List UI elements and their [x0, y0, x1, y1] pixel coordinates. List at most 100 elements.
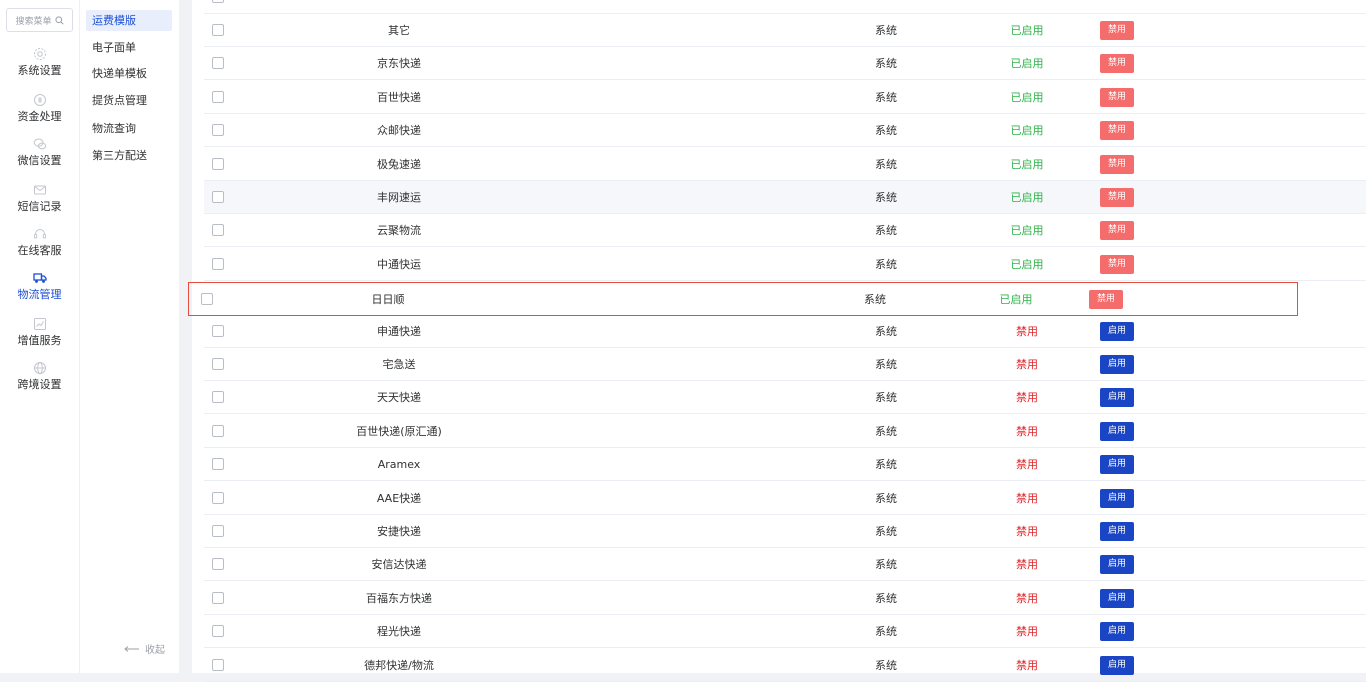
row-checkbox[interactable]: [212, 324, 224, 337]
row-checkbox[interactable]: [212, 24, 224, 36]
primary-nav-label: 物流管理: [17, 288, 62, 301]
primary-nav-item[interactable]: 增值服务: [0, 317, 79, 357]
disable-button[interactable]: 禁用: [1100, 154, 1134, 174]
enable-button[interactable]: 启用: [1100, 455, 1134, 475]
table-row: 极兔速递 系统 已启用 禁用: [204, 148, 1366, 181]
row-checkbox[interactable]: [212, 658, 224, 671]
status-text: 已启用: [999, 293, 1033, 306]
express-type: 系统: [875, 124, 897, 138]
express-name: 丰网速运: [377, 191, 421, 204]
express-name: 京东快递: [377, 57, 421, 71]
disable-button[interactable]: 禁用: [1100, 54, 1134, 74]
table-row: 百世快递(原汇通) 系统 禁用 启用: [204, 415, 1366, 448]
primary-nav-item[interactable]: 在线客服: [0, 227, 79, 267]
row-checkbox[interactable]: [212, 625, 224, 638]
express-type: 系统: [875, 491, 897, 505]
disable-button[interactable]: 禁用: [1100, 21, 1134, 40]
status-text: 已启用: [1010, 257, 1044, 271]
status-text: 已启用: [1010, 24, 1044, 37]
secondary-nav-item[interactable]: 第三方配送: [86, 145, 172, 166]
row-checkbox[interactable]: [212, 191, 224, 203]
status-text: 已启用: [1010, 191, 1044, 204]
express-name: 德邦快递/物流: [364, 658, 434, 672]
primary-nav-label: 系统设置: [17, 64, 62, 77]
disable-button[interactable]: 禁用: [1100, 254, 1134, 274]
express-name: 极兔速递: [377, 157, 421, 171]
headset-icon: [33, 229, 46, 239]
primary-nav-item[interactable]: 短信记录: [0, 183, 79, 223]
truck-icon: [32, 273, 47, 283]
enable-button[interactable]: 启用: [1100, 488, 1134, 508]
status-text: 禁用: [1016, 324, 1038, 338]
express-type: 系统: [875, 525, 897, 538]
enable-button[interactable]: 启用: [1100, 355, 1134, 374]
express-type: 系统: [864, 293, 886, 306]
primary-nav-item[interactable]: 资金处理: [0, 93, 79, 133]
disable-button[interactable]: 禁用: [1100, 121, 1134, 141]
express-table: 其它 系统 已启用 禁用 京东快递 系统 已启用 禁用 百世快递 系统 已启用 禁用 众邮快递 系统 已启用…: [188, 0, 1366, 682]
enable-button[interactable]: 启用: [1100, 622, 1134, 642]
enable-button[interactable]: 启用: [1100, 321, 1134, 341]
row-checkbox[interactable]: [212, 391, 224, 404]
row-checkbox[interactable]: [212, 57, 224, 70]
status-text: 禁用: [1016, 458, 1038, 472]
row-checkbox[interactable]: [212, 90, 224, 103]
row-checkbox[interactable]: [212, 458, 224, 471]
primary-nav-item[interactable]: 物流管理: [0, 271, 79, 311]
enable-button[interactable]: 启用: [1100, 421, 1134, 441]
status-text: 已启用: [1010, 157, 1044, 171]
enable-button[interactable]: 启用: [1100, 655, 1134, 675]
table-row-partial: [204, 0, 1366, 14]
status-text: 禁用: [1016, 358, 1038, 371]
secondary-nav-item[interactable]: 快递单模板: [86, 63, 172, 84]
wechat-icon: [33, 138, 46, 150]
secondary-nav-item[interactable]: 电子面单: [86, 37, 172, 58]
row-checkbox[interactable]: [212, 257, 224, 270]
express-name: 天天快递: [377, 391, 421, 405]
table-row: 众邮快递 系统 已启用 禁用: [204, 114, 1366, 148]
disable-button[interactable]: 禁用: [1100, 221, 1134, 241]
row-checkbox[interactable]: [212, 124, 224, 137]
row-checkbox[interactable]: [201, 293, 213, 305]
row-checkbox[interactable]: [212, 558, 224, 571]
express-type: 系统: [875, 57, 897, 71]
row-checkbox[interactable]: [212, 157, 224, 170]
status-text: 已启用: [1010, 57, 1044, 71]
table-row: 云聚物流 系统 已启用 禁用: [204, 214, 1366, 248]
status-text: 已启用: [1010, 90, 1044, 104]
collapse-button[interactable]: 收起: [124, 641, 165, 656]
row-checkbox[interactable]: [212, 424, 224, 437]
enable-button[interactable]: 启用: [1100, 555, 1134, 575]
disable-button[interactable]: 禁用: [1100, 87, 1134, 107]
search-placeholder: 搜索菜单: [15, 16, 52, 27]
primary-nav-item[interactable]: 系统设置: [0, 47, 79, 87]
disable-button[interactable]: 禁用: [1089, 290, 1123, 309]
primary-nav-item[interactable]: 微信设置: [0, 137, 79, 177]
express-type: 系统: [875, 424, 897, 438]
status-text: 禁用: [1016, 391, 1038, 405]
row-checkbox[interactable]: [212, 491, 224, 504]
secondary-nav-item[interactable]: 物流查询: [86, 118, 172, 139]
table-row: 程光快递 系统 禁用 启用: [204, 615, 1366, 649]
secondary-nav-item[interactable]: 提货点管理: [86, 90, 172, 111]
express-name: AAE快递: [376, 491, 422, 505]
row-checkbox[interactable]: [212, 591, 224, 604]
disable-button[interactable]: 禁用: [1100, 188, 1134, 207]
menu-search-input[interactable]: 搜索菜单: [6, 8, 73, 32]
enable-button[interactable]: 启用: [1100, 388, 1134, 408]
express-name: 百世快递: [377, 90, 421, 104]
express-type: 系统: [875, 90, 897, 104]
primary-nav-label: 微信设置: [17, 154, 62, 167]
table-row: 中通快运 系统 已启用 禁用: [204, 248, 1366, 281]
chart-icon: [33, 318, 46, 330]
enable-button[interactable]: 启用: [1100, 588, 1134, 608]
row-checkbox[interactable]: [212, 224, 224, 237]
secondary-nav-item[interactable]: 运费模版: [86, 10, 172, 31]
enable-button[interactable]: 启用: [1100, 522, 1134, 541]
primary-nav-item[interactable]: 跨境设置: [0, 361, 79, 401]
row-checkbox[interactable]: [212, 525, 224, 537]
table-row: 天天快递 系统 禁用 启用: [204, 381, 1366, 415]
row-checkbox[interactable]: [212, 358, 224, 370]
row-checkbox[interactable]: [212, 0, 224, 3]
express-name: 日日顺: [371, 293, 405, 306]
